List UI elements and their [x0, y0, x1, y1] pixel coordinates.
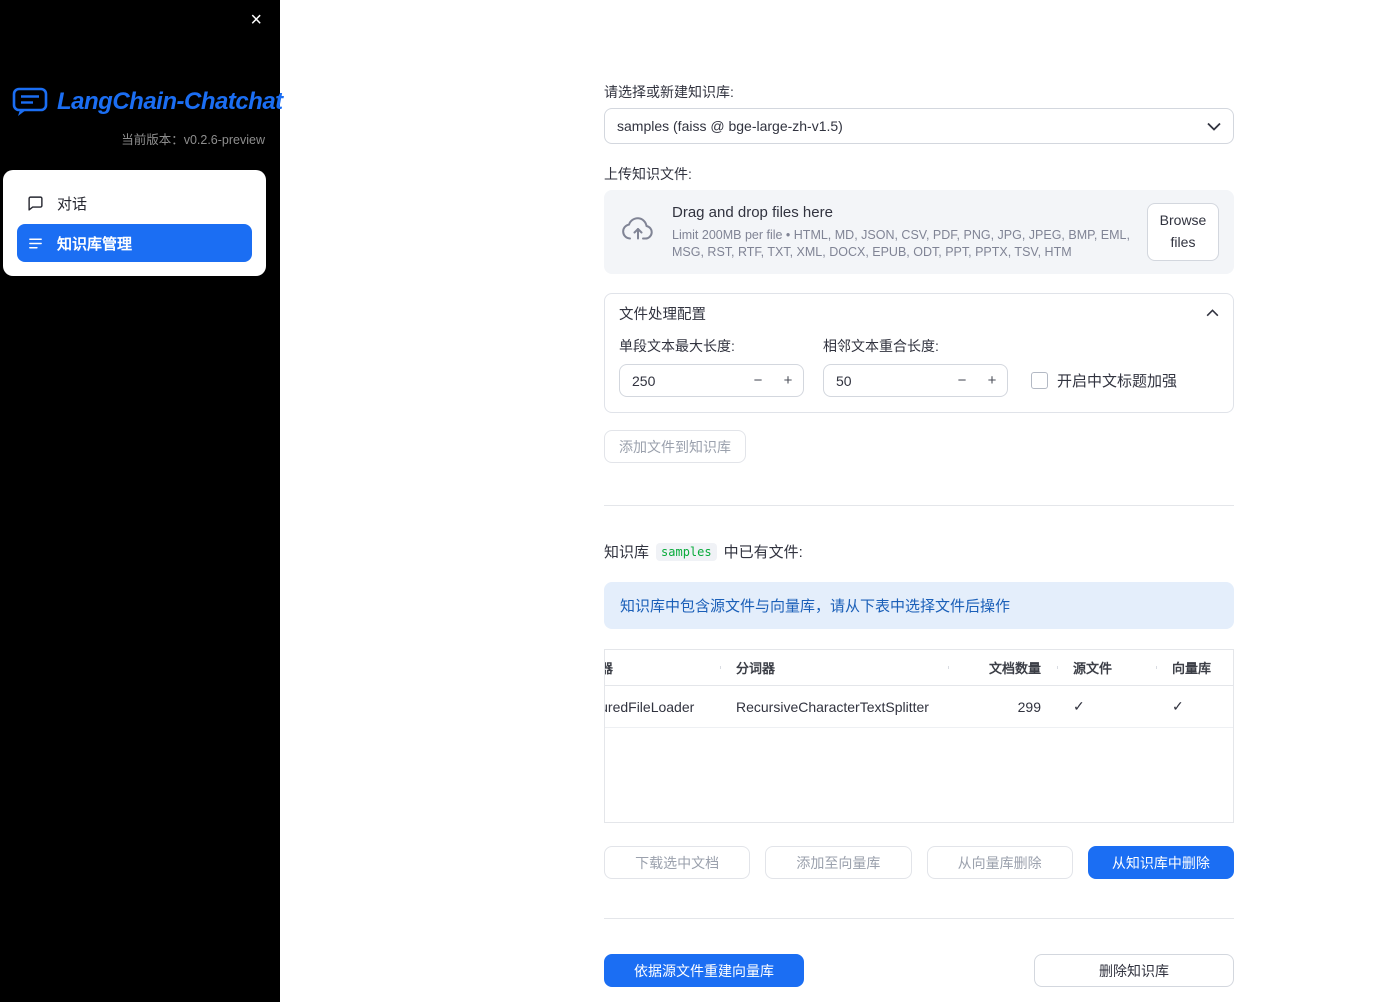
kb-management-actions: 依据源文件重建向量库 删除知识库	[604, 954, 1234, 987]
expander-header[interactable]: 文件处理配置	[605, 294, 1233, 332]
kb-files-suffix: 中已有文件:	[723, 544, 803, 561]
chevron-up-icon	[1206, 305, 1219, 321]
delete-from-kb-button[interactable]: 从知识库中删除	[1087, 846, 1234, 879]
table-header-splitter[interactable]: 分词器	[720, 658, 948, 677]
table-header-docs[interactable]: 文档数量	[948, 658, 1057, 677]
chevron-down-icon	[1207, 118, 1221, 134]
overlap-label: 相邻文本重合长度:	[823, 338, 939, 354]
cell-source-check[interactable]: ✓	[1057, 698, 1156, 715]
kb-name-code: samples	[656, 542, 717, 561]
file-config-expander: 文件处理配置 单段文本最大长度: 250 − + 相邻文本重合长度: 50 − …	[604, 293, 1234, 413]
sidebar-item-label: 对话	[57, 195, 88, 213]
cell-loader[interactable]: UnstructuredFileLoader	[605, 699, 720, 715]
add-files-to-kb-button[interactable]: 添加文件到知识库	[604, 430, 746, 463]
sidebar-item-dialogue[interactable]: 对话	[17, 184, 252, 222]
table-header-loader[interactable]: 文档加载器	[605, 658, 720, 677]
table-actions: 下载选中文档 添加至向量库 从向量库删除 从知识库中删除	[604, 846, 1234, 879]
version-label: 当前版本：v0.2.6-preview	[121, 133, 265, 147]
kb-files-table: 文档加载器 分词器 文档数量 源文件 向量库 UnstructuredFileL…	[604, 649, 1234, 823]
overlap-group: 相邻文本重合长度: 50 − +	[823, 336, 1008, 397]
cloud-upload-icon	[620, 215, 656, 249]
chunk-size-increment-button[interactable]: +	[773, 365, 803, 396]
main-area: 请选择或新建知识库: samples (faiss @ bge-large-zh…	[280, 0, 1380, 1002]
zh-title-checkbox[interactable]	[1031, 372, 1048, 389]
browse-files-button[interactable]: Browse files	[1147, 203, 1219, 261]
overlap-increment-button[interactable]: +	[977, 365, 1007, 396]
app-logo: LangChain-Chatchat	[0, 0, 283, 117]
sidebar-close-button[interactable]: ×	[244, 6, 268, 34]
expander-title: 文件处理配置	[619, 306, 706, 323]
delete-from-vector-store-button[interactable]: 从向量库删除	[926, 846, 1073, 879]
expander-body: 单段文本最大长度: 250 − + 相邻文本重合长度: 50 − + 开启中文标…	[605, 332, 1233, 412]
chunk-size-label: 单段文本最大长度:	[619, 338, 735, 354]
app-title: LangChain-Chatchat	[57, 87, 283, 115]
zh-title-checkbox-label[interactable]: 开启中文标题加强	[1057, 370, 1177, 391]
dropzone-limit: Limit 200MB per file • HTML, MD, JSON, C…	[672, 228, 1130, 259]
table-row[interactable]: UnstructuredFileLoader RecursiveCharacte…	[605, 686, 1233, 728]
rebuild-vector-store-button[interactable]: 依据源文件重建向量库	[604, 954, 804, 987]
kb-select-label: 请选择或新建知识库:	[604, 84, 734, 100]
info-banner-text: 知识库中包含源文件与向量库，请从下表中选择文件后操作	[620, 598, 1011, 615]
chunk-size-group: 单段文本最大长度: 250 − +	[619, 336, 804, 397]
content-column: 请选择或新建知识库: samples (faiss @ bge-large-zh…	[604, 0, 1234, 987]
table-header-source[interactable]: 源文件	[1057, 658, 1156, 677]
dropzone-title: Drag and drop files here	[672, 204, 833, 222]
chunk-size-decrement-button[interactable]: −	[743, 365, 773, 396]
chat-bubble-icon	[27, 195, 44, 212]
zh-title-checkbox-group: 开启中文标题加强	[1031, 364, 1177, 397]
table-header-row: 文档加载器 分词器 文档数量 源文件 向量库	[605, 650, 1233, 686]
sidebar-menu: 对话 知识库管理	[3, 170, 266, 276]
kb-select-value: samples (faiss @ bge-large-zh-v1.5)	[617, 118, 843, 134]
kb-files-heading: 知识库 samples 中已有文件:	[604, 541, 1234, 562]
file-dropzone[interactable]: Drag and drop files here Limit 200MB per…	[604, 190, 1234, 274]
sidebar-item-label: 知识库管理	[57, 235, 133, 253]
cell-splitter[interactable]: RecursiveCharacterTextSplitter	[720, 699, 948, 715]
table-header-vector[interactable]: 向量库	[1156, 658, 1233, 677]
dropzone-text: Drag and drop files here Limit 200MB per…	[672, 204, 1131, 260]
overlap-input[interactable]: 50 − +	[823, 364, 1008, 397]
delete-kb-button[interactable]: 删除知识库	[1034, 954, 1234, 987]
chunk-size-value: 250	[632, 372, 656, 389]
list-icon	[27, 235, 44, 252]
add-to-vector-store-button[interactable]: 添加至向量库	[765, 846, 912, 879]
cell-vector-check[interactable]: ✓	[1156, 698, 1233, 715]
download-selected-button[interactable]: 下载选中文档	[604, 846, 751, 879]
sidebar: × LangChain-Chatchat 当前版本：v0.2.6-preview…	[0, 0, 283, 1002]
kb-files-prefix: 知识库	[604, 544, 650, 561]
upload-label: 上传知识文件:	[604, 166, 692, 182]
divider	[604, 505, 1234, 506]
logo-chat-icon	[12, 86, 48, 117]
cell-docs[interactable]: 299	[948, 699, 1057, 715]
chunk-size-input[interactable]: 250 − +	[619, 364, 804, 397]
overlap-value: 50	[836, 372, 852, 389]
kb-select-dropdown[interactable]: samples (faiss @ bge-large-zh-v1.5)	[604, 108, 1234, 144]
divider	[604, 918, 1234, 919]
sidebar-item-knowledge-base[interactable]: 知识库管理	[17, 224, 252, 262]
info-banner: 知识库中包含源文件与向量库，请从下表中选择文件后操作	[604, 582, 1234, 629]
overlap-decrement-button[interactable]: −	[947, 365, 977, 396]
